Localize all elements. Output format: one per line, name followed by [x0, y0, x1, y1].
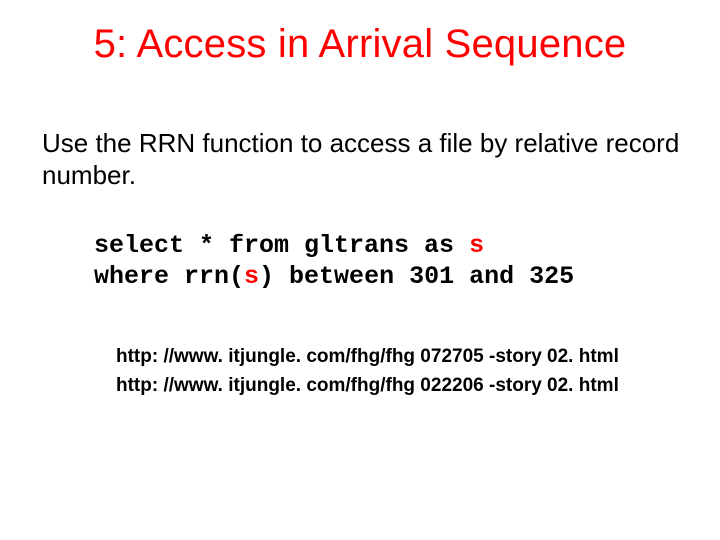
reference-links: http: //www. itjungle. com/fhg/fhg 07270… — [116, 342, 619, 401]
code-text: where rrn( — [94, 262, 244, 291]
code-block: select * from gltrans as s where rrn(s) … — [94, 230, 574, 293]
code-alias: s — [244, 262, 259, 291]
body-paragraph: Use the RRN function to access a file by… — [42, 128, 682, 191]
code-text: select * from gltrans as — [94, 231, 469, 260]
reference-link-1: http: //www. itjungle. com/fhg/fhg 07270… — [116, 342, 619, 371]
slide: 5: Access in Arrival Sequence Use the RR… — [0, 0, 720, 540]
reference-link-2: http: //www. itjungle. com/fhg/fhg 02220… — [116, 371, 619, 400]
code-text: ) between 301 and 325 — [259, 262, 574, 291]
code-line-2: where rrn(s) between 301 and 325 — [94, 262, 574, 291]
code-alias: s — [469, 231, 484, 260]
code-line-1: select * from gltrans as s — [94, 231, 484, 260]
slide-title: 5: Access in Arrival Sequence — [0, 22, 720, 67]
